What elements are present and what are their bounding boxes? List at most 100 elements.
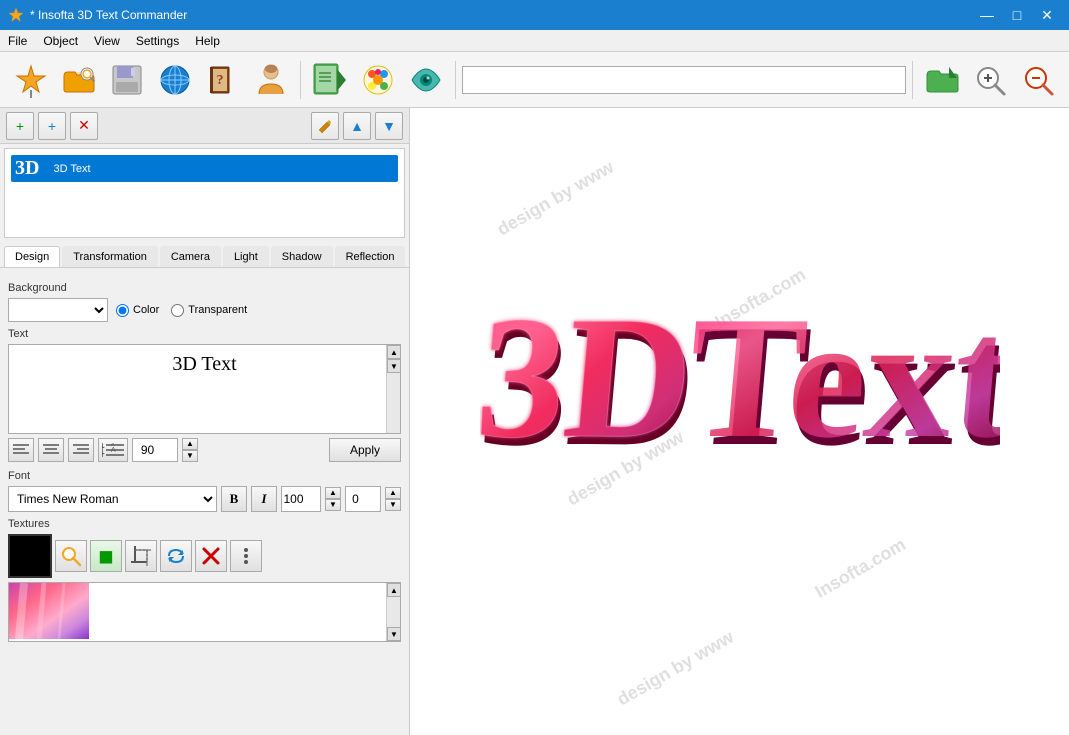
texture-preview [8,534,52,578]
menu-object[interactable]: Object [35,32,86,50]
italic-button[interactable]: I [251,486,277,512]
texture-crop-button[interactable] [125,540,157,572]
tab-camera[interactable]: Camera [160,246,221,267]
3d-text-render: 3D 3D 3D 3D Text Text 3D Text [480,246,1000,566]
palette-button[interactable] [355,57,401,103]
zoom-in-button[interactable] [967,57,1013,103]
text-format-row: A A ▲ ▼ Apply [8,438,401,462]
app-title: * Insofta 3D Text Commander [30,8,973,22]
texture-refresh-button[interactable] [160,540,192,572]
angle-down-button[interactable]: ▼ [182,450,198,462]
font-label: Font [8,470,401,482]
tab-design[interactable]: Design [4,246,60,267]
main-toolbar: ? [0,52,1069,108]
font-size-down-button[interactable]: ▼ [325,499,341,511]
bold-icon: B [230,491,239,507]
delete-icon [201,546,221,566]
texture-delete-button[interactable] [195,540,227,572]
tab-reflection[interactable]: Reflection [335,246,406,267]
export-button[interactable] [307,57,353,103]
transparent-radio[interactable] [171,304,184,317]
layer-badge: 3D Text [47,162,96,176]
bold-button[interactable]: B [221,486,247,512]
toolbar-separator-1 [300,61,301,99]
texture-more-button[interactable] [230,540,262,572]
texture-list: ▲ ▼ [8,582,401,642]
texture-thumbnail[interactable] [9,583,89,639]
tab-bar: Design Transformation Camera Light Shado… [0,242,409,268]
apply-button[interactable]: Apply [329,438,401,462]
line-spacing-button[interactable]: A A [98,438,128,462]
align-left-icon [13,443,29,457]
add-layer-blue-button[interactable]: + [38,112,66,140]
close-button[interactable]: ✕ [1033,1,1061,29]
tab-light[interactable]: Light [223,246,269,267]
menu-file[interactable]: File [0,32,35,50]
text-input[interactable]: 3D Text [9,345,400,433]
minimize-button[interactable]: — [973,1,1001,29]
font-angle-up-button[interactable]: ▲ [385,487,401,499]
font-row: Times New Roman Arial Verdana B I ▲ ▼ ▲ [8,486,401,512]
tab-content-design: Background Color Transparent Te [0,268,409,735]
export-folder-button[interactable] [919,57,965,103]
maximize-button[interactable]: □ [1003,1,1031,29]
color-radio-label[interactable]: Color [116,304,159,317]
font-angle-down-button[interactable]: ▼ [385,499,401,511]
background-color-select[interactable] [8,298,108,322]
layer-list: 3D 3D Text [4,148,405,238]
move-down-button[interactable]: ▼ [375,112,403,140]
tab-transformation[interactable]: Transformation [62,246,158,267]
menu-settings[interactable]: Settings [128,32,187,50]
eye-icon [407,61,445,99]
font-name-select[interactable]: Times New Roman Arial Verdana [8,486,217,512]
align-right-button[interactable] [68,438,94,462]
main-layout: + + ✕ ▲ ▼ [0,108,1069,735]
save-button[interactable] [104,57,150,103]
tab-shadow[interactable]: Shadow [271,246,333,267]
export-folder-icon [923,61,961,99]
search-input[interactable] [462,66,906,94]
support-button[interactable] [248,57,294,103]
new-button[interactable] [8,57,54,103]
window-controls: — □ ✕ [973,1,1061,29]
globe-button[interactable] [152,57,198,103]
transparent-radio-label[interactable]: Transparent [171,304,247,317]
text-angle-input[interactable] [132,438,178,462]
add-layer-green-button[interactable]: + [6,112,34,140]
edit-button[interactable] [311,112,339,140]
help-button[interactable]: ? [200,57,246,103]
svg-text:3D: 3D [480,280,701,474]
align-left-button[interactable] [8,438,34,462]
texture-green-icon: ◼ [99,546,114,567]
scroll-down-arrow[interactable]: ▼ [387,359,401,373]
align-center-button[interactable] [38,438,64,462]
texture-search-icon [60,545,82,567]
watermark-5: design by www [614,627,738,711]
move-up-button[interactable]: ▲ [343,112,371,140]
watermark-1: design by www [494,157,618,241]
text-scrollbar[interactable]: ▲ ▼ [386,345,400,433]
remove-layer-button[interactable]: ✕ [70,112,98,140]
open-button[interactable] [56,57,102,103]
font-size-up-button[interactable]: ▲ [325,487,341,499]
menu-help[interactable]: Help [187,32,228,50]
textures-section: Textures ◼ [8,518,401,642]
color-radio[interactable] [116,304,129,317]
scroll-up-arrow[interactable]: ▲ [387,345,401,359]
align-center-icon [43,443,59,457]
zoom-out-button[interactable] [1015,57,1061,103]
refresh-icon [166,546,186,566]
view-button[interactable] [403,57,449,103]
layer-3d-icon: 3D [15,157,39,180]
background-label: Background [8,282,401,294]
font-angle-input[interactable] [345,486,381,512]
menu-view[interactable]: View [86,32,128,50]
font-size-input[interactable] [281,486,321,512]
texture-scroll-up[interactable]: ▲ [387,583,401,597]
layer-item-3d[interactable]: 3D 3D Text [11,155,398,182]
angle-up-button[interactable]: ▲ [182,438,198,450]
canvas-area: design by www Insofta.com design by www … [410,108,1069,735]
texture-scroll-down[interactable]: ▼ [387,627,401,641]
texture-search-button[interactable] [55,540,87,572]
texture-add-button[interactable]: ◼ [90,540,122,572]
